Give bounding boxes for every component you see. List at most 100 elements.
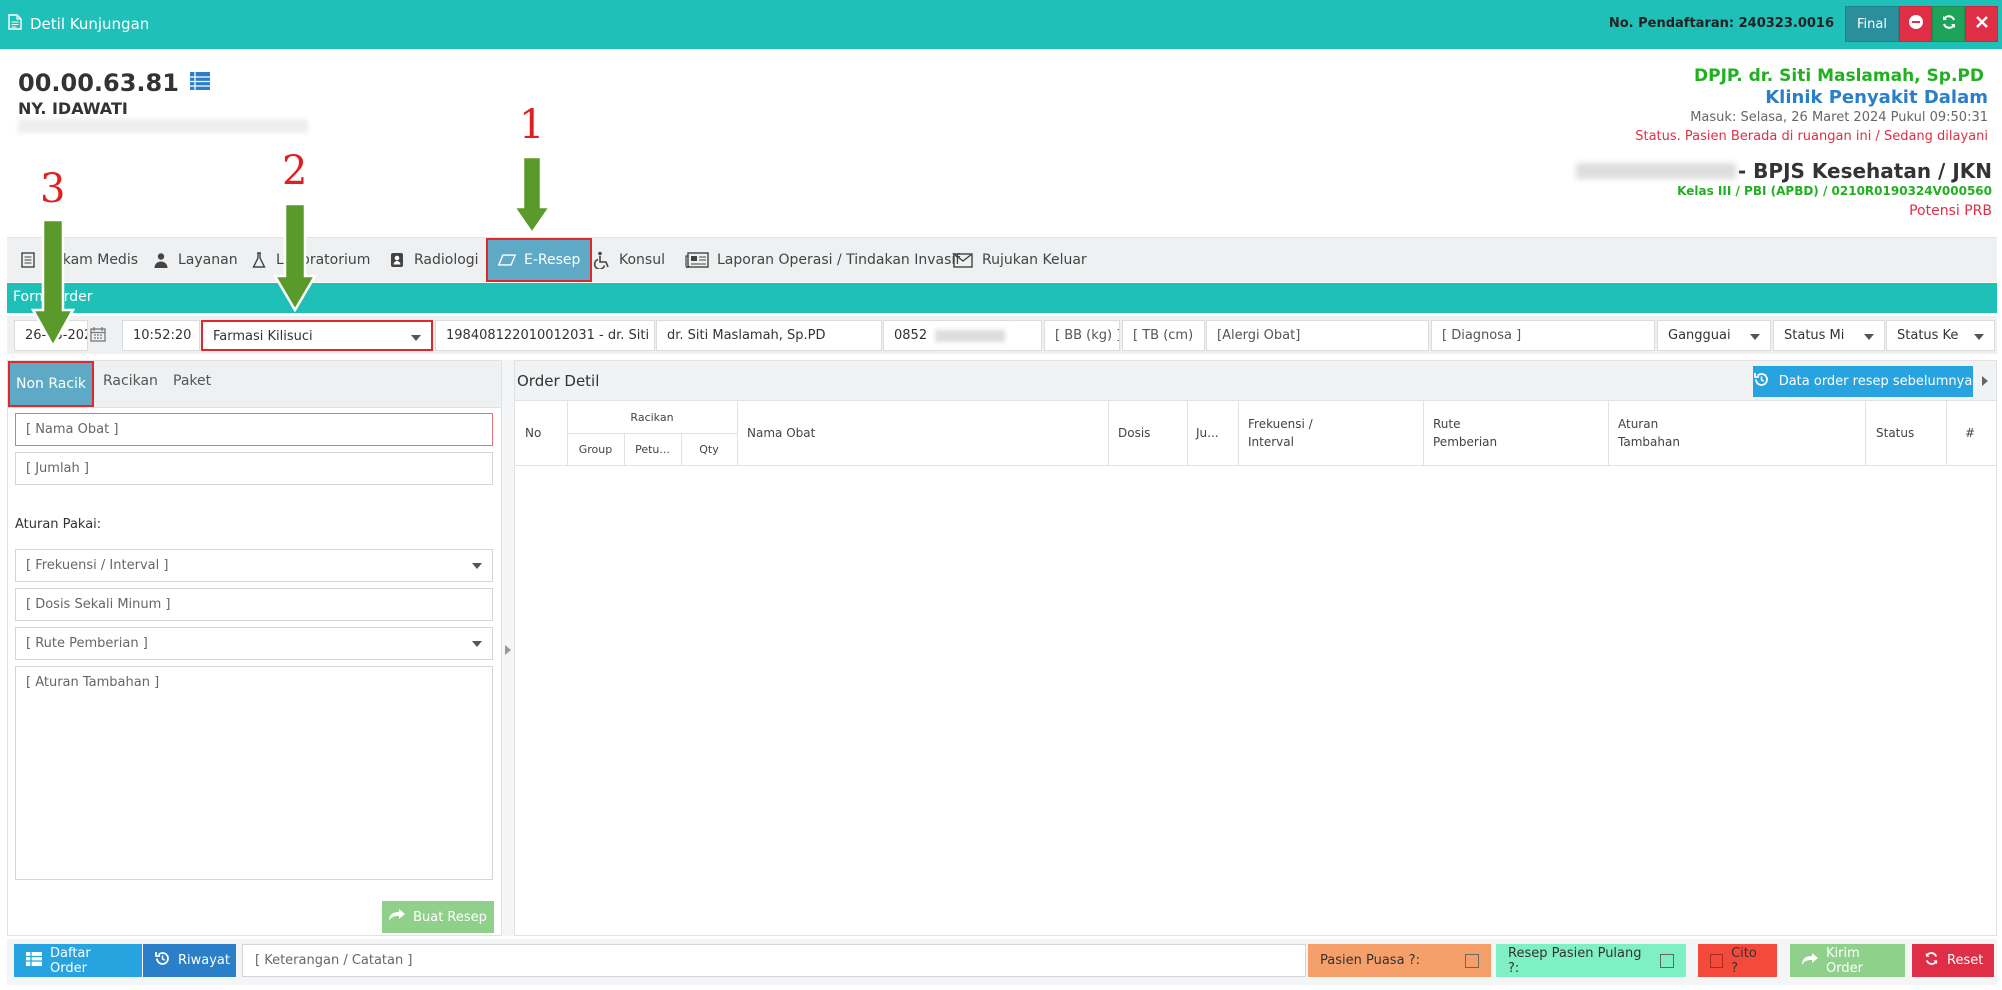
checkbox-icon[interactable] bbox=[1710, 953, 1724, 968]
medicine-input-panel: Non Racik Racikan Paket [ Nama Obat ] [ … bbox=[7, 360, 502, 936]
checkbox-icon[interactable] bbox=[1660, 953, 1674, 968]
col-petunjuk: Petu... bbox=[635, 443, 670, 456]
additional-rules-textarea[interactable]: [ Aturan Tambahan ] bbox=[15, 666, 493, 880]
refresh-button[interactable] bbox=[1932, 6, 1965, 42]
notes-input[interactable]: [ Keterangan / Catatan ] bbox=[242, 944, 1306, 977]
annotation-number-2: 2 bbox=[282, 148, 308, 194]
phone-redacted bbox=[935, 329, 1006, 342]
chevron-down-icon bbox=[472, 563, 482, 569]
clinic-name: Klinik Penyakit Dalam bbox=[1765, 87, 1988, 108]
fasting-label: Pasien Puasa ?: bbox=[1320, 953, 1420, 968]
table-list-icon[interactable] bbox=[189, 69, 211, 97]
route-select[interactable]: [ Rute Pemberian ] bbox=[15, 627, 493, 660]
farmasi-select[interactable]: Farmasi Kilisuci bbox=[201, 320, 433, 351]
flask-icon bbox=[250, 251, 268, 269]
refresh-icon bbox=[1924, 951, 1939, 970]
discharge-label: Resep Pasien Pulang ?: bbox=[1508, 945, 1642, 976]
discharge-prescription-checkbox[interactable]: Resep Pasien Pulang ?: bbox=[1496, 944, 1686, 977]
tab-non-racik[interactable]: Non Racik bbox=[8, 361, 94, 407]
col-no: No bbox=[525, 426, 542, 440]
col-group: Group bbox=[578, 443, 613, 456]
calendar-icon[interactable] bbox=[90, 326, 106, 346]
chevron-down-icon bbox=[411, 335, 421, 341]
tab-laporan-operasi[interactable]: Laporan Operasi / Tindakan Invasif bbox=[685, 238, 960, 282]
tab-label: Konsul bbox=[619, 252, 665, 268]
history-icon bbox=[1753, 372, 1769, 391]
quantity-input[interactable]: [ Jumlah ] bbox=[15, 452, 493, 485]
tab-layanan[interactable]: Layanan bbox=[152, 238, 238, 282]
previous-orders-label: Data order resep sebelumnya bbox=[1778, 374, 1973, 389]
order-time-field[interactable]: 10:52:20 bbox=[122, 320, 200, 351]
insurance-name: - BPJS Kesehatan / JKN bbox=[1737, 159, 1992, 183]
frequency-value: [ Frekuensi / Interval ] bbox=[26, 558, 169, 573]
column-divider bbox=[1608, 401, 1609, 466]
history-button[interactable]: Riwayat bbox=[143, 944, 236, 977]
tab-racikan[interactable]: Racikan bbox=[103, 373, 158, 389]
tab-rujukan-keluar[interactable]: Rujukan Keluar bbox=[952, 238, 1087, 282]
chevron-down-icon bbox=[1864, 334, 1874, 340]
create-prescription-button[interactable]: Buat Resep bbox=[382, 901, 494, 933]
cito-checkbox[interactable]: Cito ? bbox=[1698, 944, 1777, 977]
column-divider bbox=[1423, 401, 1424, 466]
weight-field[interactable]: [ BB (kg) ] bbox=[1044, 320, 1120, 351]
col-actions: # bbox=[1965, 426, 1976, 440]
tab-konsul[interactable]: Konsul bbox=[593, 238, 665, 282]
order-list-button[interactable]: Daftar Order bbox=[14, 944, 142, 977]
bottom-toolbar: Daftar Order Riwayat [ Keterangan / Cata… bbox=[7, 939, 1997, 985]
reset-button[interactable]: Reset bbox=[1912, 944, 1994, 977]
tab-radiologi[interactable]: Radiologi bbox=[388, 238, 479, 282]
status-k-select[interactable]: Status Ke bbox=[1886, 320, 1995, 351]
expand-right-icon[interactable] bbox=[1982, 376, 1988, 386]
annotation-arrow-3 bbox=[30, 218, 76, 352]
prb-potential: Potensi PRB bbox=[1909, 203, 1992, 219]
insurance-class: Kelas III / PBI (APBD) / 0210R0190324V00… bbox=[1677, 184, 1992, 198]
tab-paket[interactable]: Paket bbox=[173, 373, 211, 389]
previous-orders-button[interactable]: Data order resep sebelumnya bbox=[1753, 366, 1973, 397]
phone-field[interactable]: 0852 bbox=[883, 320, 1042, 351]
eraser-icon bbox=[498, 251, 516, 269]
medicine-name-input[interactable]: [ Nama Obat ] bbox=[15, 413, 493, 446]
diagnosis-field[interactable]: [ Diagnosa ] bbox=[1431, 320, 1655, 351]
col-aturan-2: Tambahan bbox=[1618, 435, 1680, 449]
gangguan-select[interactable]: Gangguai bbox=[1657, 320, 1771, 351]
usage-rules-label: Aturan Pakai: bbox=[15, 517, 102, 532]
status-k-value: Status Ke bbox=[1897, 328, 1959, 343]
status-m-value: Status Mi bbox=[1784, 328, 1845, 343]
col-frekuensi-2: Interval bbox=[1248, 435, 1294, 449]
col-jumlah: Ju... bbox=[1196, 426, 1219, 440]
remove-button[interactable] bbox=[1899, 6, 1932, 42]
column-divider bbox=[1238, 401, 1239, 466]
doctor-nip-field[interactable]: 198408122010012031 - dr. Siti Ma bbox=[435, 320, 655, 351]
frequency-select[interactable]: [ Frekuensi / Interval ] bbox=[15, 549, 493, 582]
share-arrow-icon bbox=[1802, 952, 1818, 969]
chevron-down-icon bbox=[1750, 334, 1760, 340]
recipe-type-tabs: Non Racik Racikan Paket bbox=[8, 361, 501, 408]
dose-input[interactable]: [ Dosis Sekali Minum ] bbox=[15, 588, 493, 621]
route-value: [ Rute Pemberian ] bbox=[26, 636, 148, 651]
registration-number: No. Pendaftaran: 240323.0016 bbox=[1608, 16, 1834, 31]
col-racikan: Racikan bbox=[630, 411, 674, 424]
status-m-select[interactable]: Status Mi bbox=[1773, 320, 1885, 351]
send-order-button[interactable]: Kirim Order bbox=[1790, 944, 1905, 977]
collapse-arrow-icon[interactable] bbox=[505, 645, 511, 655]
patient-id-text: 00.00.63.81 bbox=[18, 69, 179, 97]
allergy-field[interactable]: [Alergi Obat] bbox=[1206, 320, 1429, 351]
top-bar: Detil Kunjungan No. Pendaftaran: 240323.… bbox=[0, 0, 2002, 49]
list-icon bbox=[26, 951, 42, 970]
doctor-icon bbox=[152, 251, 170, 269]
height-field[interactable]: [ TB (cm) bbox=[1122, 320, 1205, 351]
panel-splitter[interactable] bbox=[502, 360, 514, 936]
col-aturan-1: Aturan bbox=[1618, 417, 1659, 431]
final-button[interactable]: Final bbox=[1845, 6, 1899, 42]
visit-entry-time: Masuk: Selasa, 26 Maret 2024 Pukul 09:50… bbox=[1690, 110, 1988, 125]
order-detail-panel: Order Detil Data order resep sebelumnya … bbox=[514, 360, 1997, 936]
checkbox-icon[interactable] bbox=[1465, 953, 1479, 968]
col-nama-obat: Nama Obat bbox=[747, 426, 816, 440]
close-button[interactable] bbox=[1965, 6, 1998, 42]
insurance-line: - BPJS Kesehatan / JKN bbox=[1575, 159, 1992, 183]
tab-e-resep[interactable]: E-Resep bbox=[486, 238, 593, 282]
fasting-checkbox[interactable]: Pasien Puasa ?: bbox=[1308, 944, 1491, 977]
column-divider bbox=[737, 401, 738, 466]
envelope-icon bbox=[952, 251, 974, 269]
doctor-name-field[interactable]: dr. Siti Maslamah, Sp.PD bbox=[656, 320, 882, 351]
